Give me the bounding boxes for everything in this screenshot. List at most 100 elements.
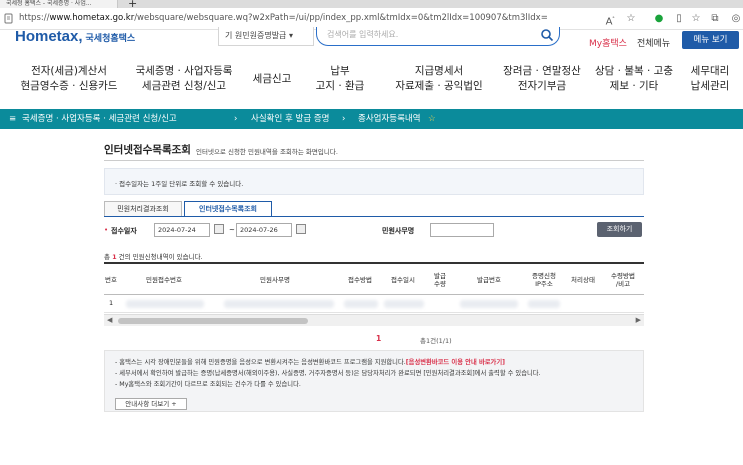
info-line: - 홈택스는 시각 장애인분들을 위해 민원증명을 음성으로 변환시켜주는 음성… (115, 357, 505, 366)
more-info-button[interactable]: 안내사항 더보기 + (115, 398, 187, 410)
search-placeholder: 검색어를 입력하세요. (327, 30, 399, 39)
gnb-item-consulting[interactable]: 상담 · 불복 · 고충 제보 · 기타 (590, 64, 678, 94)
col-header: 접수방법 (348, 275, 372, 284)
redacted-cell (126, 300, 204, 308)
notice-box: · 접수일자는 1주일 단위로 조회할 수 있습니다. (104, 168, 644, 195)
col-header: 수령방법 /비고 (611, 271, 635, 288)
scroll-left-icon[interactable]: ◀ (107, 316, 112, 324)
gnb-line2: 자료제출 · 공익법인 (395, 80, 483, 92)
tab-internet-receipt-list[interactable]: 인터넷접수목록조회 (184, 201, 272, 217)
table-row[interactable]: 1 (104, 295, 644, 313)
info-box: - 홈택스는 시각 장애인분들을 위해 민원증명을 음성으로 변환시켜주는 음성… (104, 350, 644, 412)
scroll-right-icon[interactable]: ▶ (636, 316, 641, 324)
url-prefix: https:// (19, 13, 50, 23)
search-icon[interactable] (540, 28, 554, 42)
gnb-line1: 국세증명 · 사업자등록 (135, 65, 233, 77)
url-field[interactable]: https://www.hometax.go.kr/websquare/webs… (19, 13, 548, 23)
breadcrumb: ≡ 국세증명 · 사업자등록 · 세금관련 신청/신고 › 사실확인 후 발급 … (0, 109, 743, 129)
search-button[interactable]: 조회하기 (597, 222, 642, 237)
site-search: 기 원민원증명발급 ▾ 검색어를 입력하세요. (218, 27, 560, 46)
browser-tab[interactable]: 국세청 홈택스 - 국세증명 · 사업... (0, 0, 118, 8)
favorite-star-icon[interactable]: ☆ (625, 13, 637, 25)
page-title: 인터넷접수목록조회 (104, 144, 191, 156)
browser-tabstrip: 국세청 홈택스 - 국세증명 · 사업... + (0, 0, 743, 10)
date-label: 접수일자 (111, 227, 137, 235)
gnb-item-payment[interactable]: 납부 고지 · 환급 (310, 64, 370, 94)
redacted-cell (460, 300, 518, 308)
col-header: 민원접수번호 (146, 275, 182, 284)
gnb-item-tax-return[interactable]: 세금신고 (248, 72, 296, 87)
tab-underline (104, 216, 644, 217)
horizontal-scrollbar[interactable]: ◀ ▶ (104, 314, 644, 326)
page-number-current[interactable]: 1 (376, 334, 381, 343)
info-text: - 홈택스는 시각 장애인분들을 위해 민원증명을 음성으로 변환시켜주는 음성… (115, 359, 406, 366)
col-header: 민원사무명 (260, 275, 290, 284)
notice-text: · 접수일자는 1주일 단위로 조회할 수 있습니다. (115, 180, 244, 188)
gnb-line1: 세금신고 (252, 73, 292, 85)
gnb-line2: 현금영수증 · 신용카드 (20, 80, 118, 92)
col-header: 증명신청 IP주소 (532, 271, 556, 288)
redacted-cell (384, 300, 424, 308)
scrollbar-thumb[interactable] (118, 318, 308, 324)
breadcrumb-level3[interactable]: 종사업자등록내역 (358, 109, 421, 129)
col-header: 처리상태 (571, 275, 595, 284)
favorites-icon[interactable]: ☆ (690, 13, 702, 25)
result-table: 번호 민원접수번호 민원사무명 접수방법 접수일시 발급 수량 발급번호 증명신… (104, 262, 644, 313)
title-divider (104, 160, 644, 161)
gnb-line1: 전자(세금)계산서 (31, 65, 107, 77)
collections-icon[interactable]: ⧉ (709, 13, 721, 25)
calendar-icon[interactable] (214, 224, 224, 234)
breadcrumb-level2[interactable]: 사실확인 후 발급 증명 (251, 109, 330, 129)
col-header: 발급 수량 (434, 271, 446, 288)
count-suffix: 건의 민원신청내역이 있습니다. (118, 253, 203, 261)
read-aloud-icon[interactable]: Aᵃ (604, 13, 616, 27)
col-header: 번호 (105, 275, 117, 284)
search-input[interactable]: 검색어를 입력하세요. (316, 27, 560, 46)
calendar-icon[interactable] (296, 224, 306, 234)
tab-result-inquiry[interactable]: 민원처리결과조회 (104, 201, 182, 217)
chevron-right-icon: › (342, 114, 346, 124)
gnb-item-einvoice[interactable]: 전자(세금)계산서현금영수증 · 신용카드 (20, 64, 118, 94)
result-count: 총 1 건의 민원신청내역이 있습니다. (104, 251, 203, 261)
count-prefix: 총 (104, 253, 110, 261)
browser-tab-title: 국세청 홈택스 - 국세증명 · 사업... (6, 0, 92, 7)
gnb-line2: 납세관리 (690, 80, 730, 92)
gnb-line1: 상담 · 불복 · 고충 (595, 65, 673, 77)
gnb-line2: 고지 · 환급 (315, 80, 365, 92)
gnb-item-incentive[interactable]: 장려금 · 연말정산 전자기부금 (492, 64, 592, 94)
date-from-input[interactable]: 2024-07-24 (154, 223, 210, 237)
gnb-item-tax-agent[interactable]: 세무대리납세관리 (684, 64, 736, 94)
logo-text: Hometax, (15, 28, 83, 45)
menu-icon[interactable]: ≡ (9, 109, 16, 129)
search-conditions: • 접수일자 2024-07-24 ~ 2024-07-26 민원사무명 조회하… (104, 220, 644, 242)
search-category-select[interactable]: 기 원민원증명발급 ▾ (218, 27, 314, 46)
info-line: - My홈택스와 조회기간이 다르므로 조회되는 건수가 다를 수 있습니다. (115, 381, 301, 388)
table-header: 번호 민원접수번호 민원사무명 접수방법 접수일시 발급 수량 발급번호 증명신… (104, 262, 644, 295)
all-menu-link[interactable]: 전체메뉴 (637, 36, 670, 49)
col-header: 발급번호 (477, 275, 501, 284)
voice-barcode-link[interactable]: [음성변환바코드 이용 안내 바로가기] (406, 359, 505, 366)
page-info-icon[interactable] (4, 13, 13, 24)
date-to-input[interactable]: 2024-07-26 (236, 223, 292, 237)
split-screen-icon[interactable]: ▯ (673, 13, 685, 25)
extension-icon[interactable]: ● (653, 13, 665, 25)
url-path: /websquare/websquare.wq?w2xPath=/ui/pp/i… (134, 13, 548, 23)
gnb-item-certificate[interactable]: 국세증명 · 사업자등록세금관련 신청/신고 (130, 64, 238, 94)
profile-icon[interactable]: ◎ (730, 13, 742, 25)
row-number: 1 (109, 299, 114, 307)
myhome-link[interactable]: My홈택스 (589, 36, 627, 49)
url-domain: www.hometax.go.kr (49, 13, 135, 23)
count-value: 1 (112, 253, 117, 261)
gnb-line1: 세무대리 (690, 65, 730, 77)
redacted-cell (224, 300, 334, 308)
gnb-line2: 세금관련 신청/신고 (141, 80, 227, 92)
gnb-item-statements[interactable]: 지급명세서 자료제출 · 공익법인 (384, 64, 494, 94)
service-name-input[interactable] (430, 223, 494, 237)
hometax-logo[interactable]: Hometax, 국세청홈택스 (15, 28, 135, 45)
menu-view-button[interactable]: 메뉴 보기 (682, 31, 739, 49)
star-icon[interactable]: ☆ (428, 109, 436, 129)
col-header: 접수일시 (391, 275, 415, 284)
breadcrumb-level1[interactable]: 국세증명 · 사업자등록 · 세금관련 신청/신고 (22, 109, 177, 129)
date-separator: ~ (229, 226, 235, 234)
gnb-line1: 장려금 · 연말정산 (503, 65, 581, 77)
